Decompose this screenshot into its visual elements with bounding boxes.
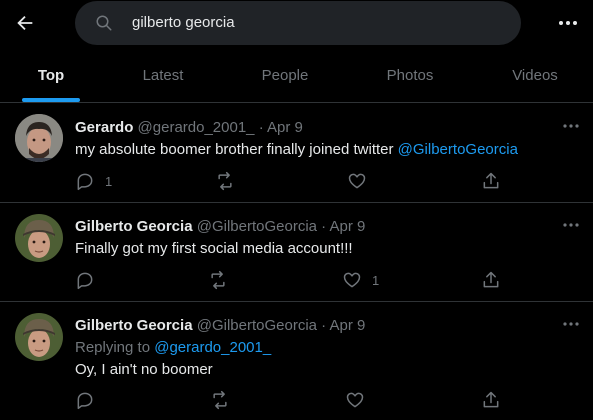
search-tabs: Top Latest People Photos Videos <box>0 52 593 103</box>
tweet-more-icon[interactable] <box>562 220 580 230</box>
tweet[interactable]: Gilberto Georcia @GilbertoGeorcia · Apr … <box>0 204 593 302</box>
like-icon[interactable] <box>345 390 365 410</box>
tab-photos[interactable]: Photos <box>375 52 445 102</box>
tab-latest[interactable]: Latest <box>128 52 198 102</box>
separator-dot: · <box>321 317 327 334</box>
search-bar[interactable]: gilberto georcia <box>75 1 521 45</box>
active-tab-indicator <box>22 98 80 102</box>
separator-dot: · <box>258 119 264 136</box>
reply-count: 1 <box>105 174 113 189</box>
top-bar: gilberto georcia <box>0 0 593 46</box>
display-name[interactable]: Gerardo <box>75 119 133 136</box>
like-icon[interactable] <box>342 270 362 290</box>
avatar[interactable] <box>15 114 63 162</box>
separator-dot: · <box>321 218 327 235</box>
display-name[interactable]: Gilberto Georcia <box>75 317 193 334</box>
tweet-more-icon[interactable] <box>562 319 580 329</box>
back-arrow-icon[interactable] <box>14 12 36 34</box>
replying-to-link[interactable]: @gerardo_2001_ <box>154 339 271 356</box>
timestamp[interactable]: Apr 9 <box>330 317 366 334</box>
timestamp[interactable]: Apr 9 <box>330 218 366 235</box>
retweet-icon[interactable] <box>210 390 230 410</box>
tab-top[interactable]: Top <box>20 52 82 102</box>
like-icon[interactable] <box>347 171 367 191</box>
share-icon[interactable] <box>481 270 501 290</box>
retweet-icon[interactable] <box>208 270 228 290</box>
tweet[interactable]: Gilberto Georcia @GilbertoGeorcia · Apr … <box>0 303 593 420</box>
handle[interactable]: @GilbertoGeorcia <box>197 218 317 235</box>
reply-icon[interactable] <box>75 171 95 191</box>
tab-people[interactable]: People <box>250 52 320 102</box>
mention-link[interactable]: @GilbertoGeorcia <box>398 141 518 158</box>
tweet-text: Oy, I ain't no boomer <box>75 361 213 378</box>
tweet-text: my absolute boomer brother finally joine… <box>75 141 518 158</box>
tweet-header: Gerardo @gerardo_2001_ · Apr 9 <box>75 119 303 136</box>
reply-icon[interactable] <box>75 390 95 410</box>
handle[interactable]: @gerardo_2001_ <box>138 119 255 136</box>
tweet-text: Finally got my first social media accoun… <box>75 240 353 257</box>
tweet-more-icon[interactable] <box>562 121 580 131</box>
handle[interactable]: @GilbertoGeorcia <box>197 317 317 334</box>
more-options-icon[interactable] <box>556 12 580 34</box>
share-icon[interactable] <box>481 171 501 191</box>
search-icon <box>95 14 113 32</box>
reply-icon[interactable] <box>75 270 95 290</box>
tweet-text-content: my absolute boomer brother finally joine… <box>75 141 398 158</box>
tweet-header: Gilberto Georcia @GilbertoGeorcia · Apr … <box>75 218 365 235</box>
avatar[interactable] <box>15 313 63 361</box>
display-name[interactable]: Gilberto Georcia <box>75 218 193 235</box>
like-count: 1 <box>372 273 380 288</box>
timestamp[interactable]: Apr 9 <box>267 119 303 136</box>
tweet[interactable]: Gerardo @gerardo_2001_ · Apr 9 my absolu… <box>0 104 593 203</box>
replying-to: Replying to @gerardo_2001_ <box>75 339 271 356</box>
tweet-header: Gilberto Georcia @GilbertoGeorcia · Apr … <box>75 317 365 334</box>
avatar[interactable] <box>15 214 63 262</box>
tab-videos[interactable]: Videos <box>500 52 570 102</box>
share-icon[interactable] <box>481 390 501 410</box>
retweet-icon[interactable] <box>215 171 235 191</box>
search-input[interactable]: gilberto georcia <box>132 14 235 31</box>
replying-to-label: Replying to <box>75 339 155 356</box>
